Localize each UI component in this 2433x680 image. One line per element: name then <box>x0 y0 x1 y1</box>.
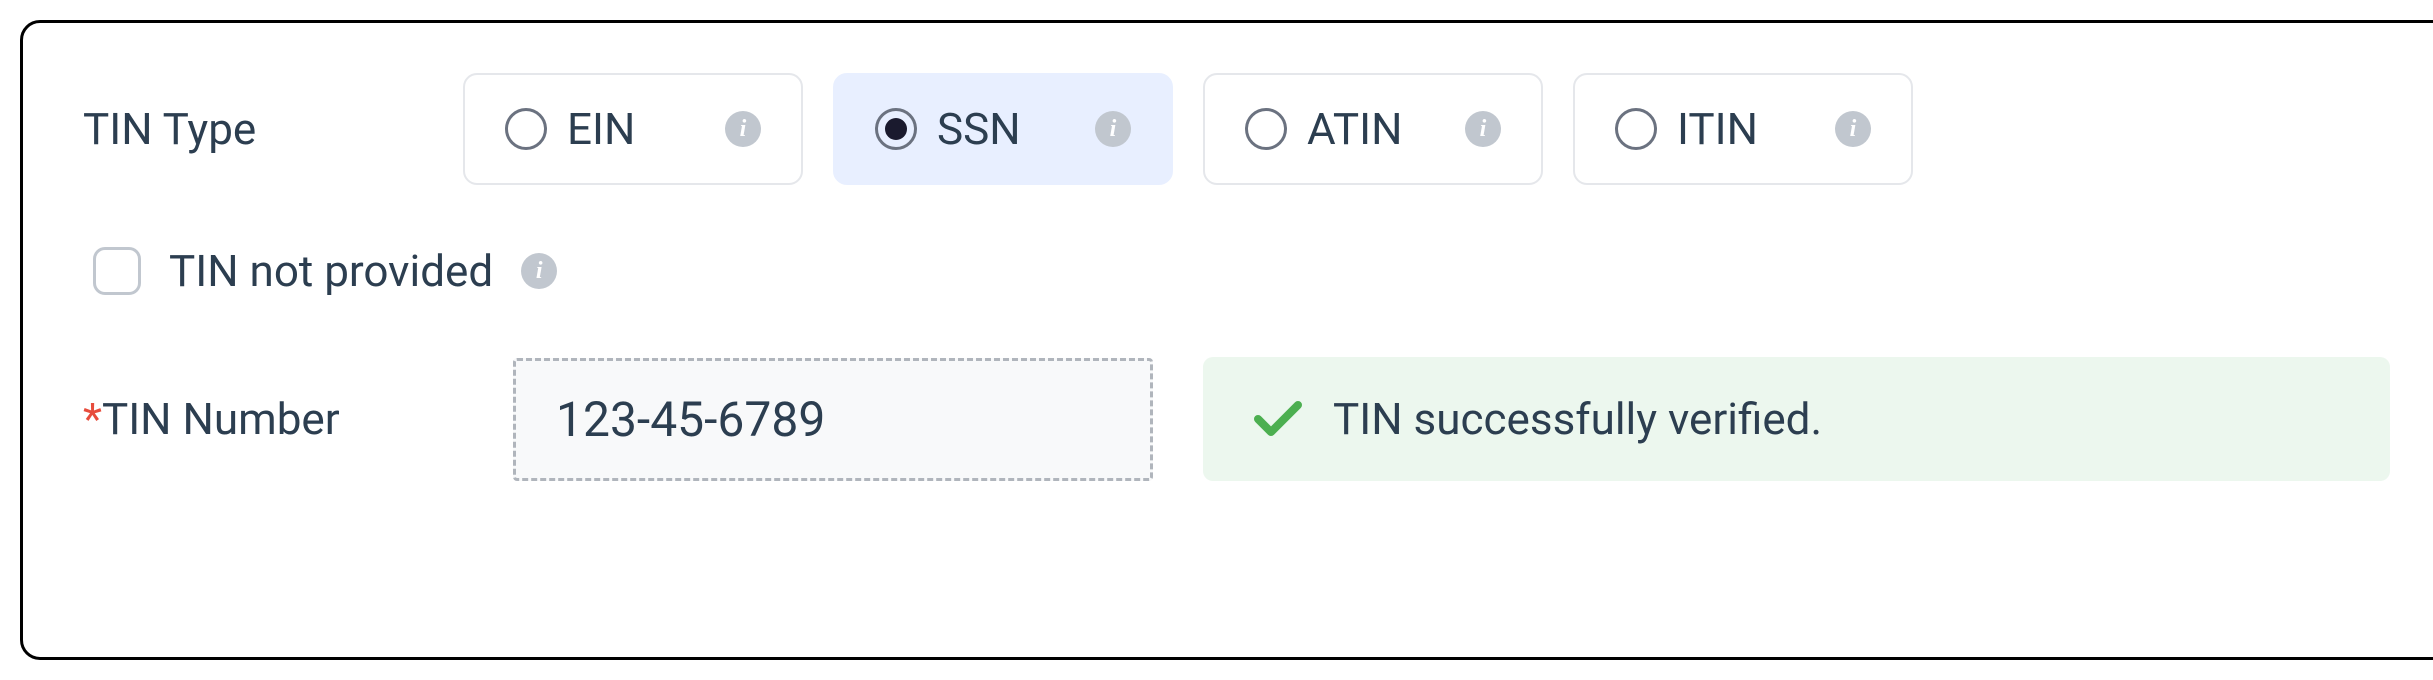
verification-message: TIN successfully verified. <box>1333 393 1822 445</box>
info-icon[interactable] <box>1835 111 1871 147</box>
info-icon[interactable] <box>1465 111 1501 147</box>
radio-option-ein[interactable]: EIN <box>463 73 803 185</box>
info-icon[interactable] <box>1095 111 1131 147</box>
check-icon <box>1253 399 1303 439</box>
radio-label-ein: EIN <box>567 103 705 155</box>
tin-number-row: *TIN Number 123-45-6789 TIN successfully… <box>83 357 2390 481</box>
tin-not-provided-row: TIN not provided <box>83 245 2390 297</box>
tin-type-radio-group: EIN SSN ATIN ITIN <box>463 73 1913 185</box>
radio-option-atin[interactable]: ATIN <box>1203 73 1543 185</box>
info-icon[interactable] <box>725 111 761 147</box>
radio-label-itin: ITIN <box>1677 103 1815 155</box>
radio-circle-icon <box>1615 108 1657 150</box>
verification-status-box: TIN successfully verified. <box>1203 357 2390 481</box>
tin-type-row: TIN Type EIN SSN ATIN ITIN <box>83 73 2390 185</box>
radio-label-atin: ATIN <box>1307 103 1445 155</box>
required-asterisk: * <box>83 393 102 445</box>
radio-option-ssn[interactable]: SSN <box>833 73 1173 185</box>
radio-circle-icon <box>505 108 547 150</box>
tin-not-provided-checkbox[interactable] <box>93 247 141 295</box>
radio-circle-icon <box>1245 108 1287 150</box>
tin-number-input[interactable]: 123-45-6789 <box>513 358 1153 481</box>
tin-form-container: TIN Type EIN SSN ATIN ITIN <box>20 20 2433 660</box>
radio-label-ssn: SSN <box>937 103 1075 155</box>
info-icon[interactable] <box>521 253 557 289</box>
radio-option-itin[interactable]: ITIN <box>1573 73 1913 185</box>
radio-circle-icon <box>875 108 917 150</box>
tin-number-label-text: TIN Number <box>102 393 340 445</box>
tin-number-label: *TIN Number <box>83 393 463 445</box>
tin-not-provided-label: TIN not provided <box>169 245 493 297</box>
tin-type-label: TIN Type <box>83 103 463 155</box>
